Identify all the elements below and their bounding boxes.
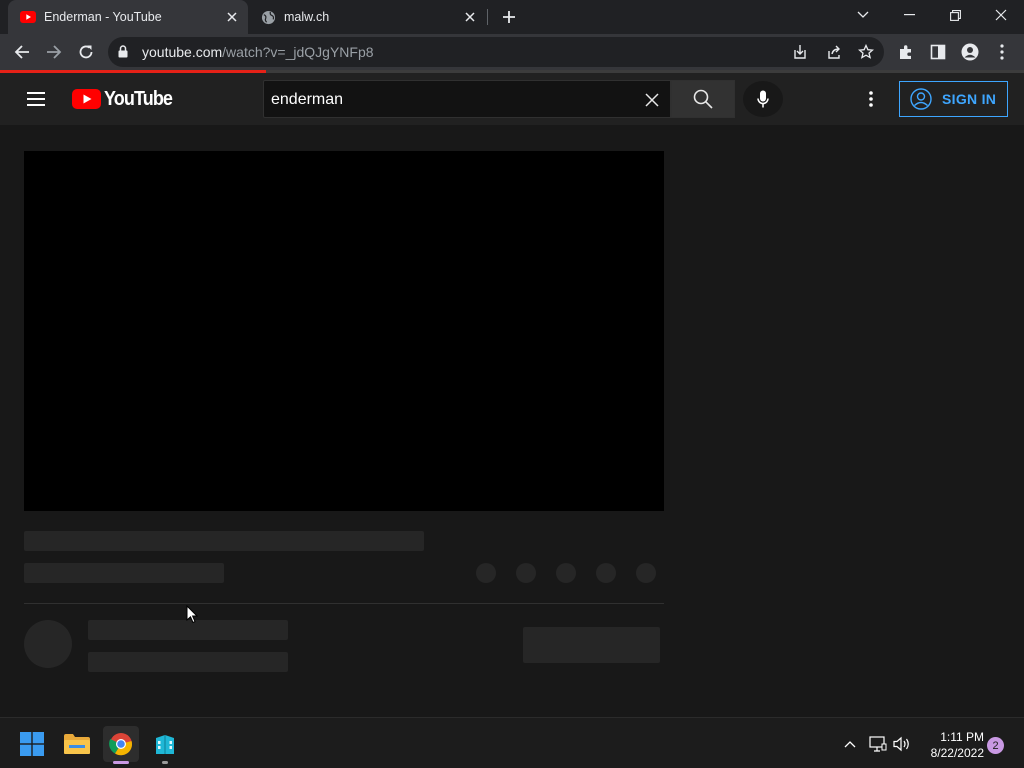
- app-taskbar-button[interactable]: [147, 726, 183, 764]
- watch-page: [0, 125, 1024, 717]
- back-button[interactable]: [8, 38, 36, 66]
- extensions-button[interactable]: [892, 38, 920, 66]
- chevron-down-icon: [857, 11, 869, 18]
- search-button[interactable]: [671, 80, 735, 118]
- action-button-placeholder: [596, 563, 616, 583]
- action-button-placeholder: [636, 563, 656, 583]
- kebab-menu-icon: [869, 91, 873, 107]
- subscribe-button-placeholder: [523, 627, 660, 663]
- section-divider: [24, 603, 664, 604]
- windows-taskbar: 1:11 PM 8/22/2022 2: [0, 717, 1024, 768]
- profile-icon: [961, 43, 979, 61]
- clock[interactable]: 1:11 PM 8/22/2022: [920, 729, 984, 761]
- profile-button[interactable]: [956, 38, 984, 66]
- close-tab-icon[interactable]: [222, 7, 242, 27]
- minimize-button[interactable]: [887, 0, 931, 30]
- network-icon: [869, 736, 887, 752]
- notification-badge[interactable]: 2: [987, 737, 1004, 754]
- address-bar[interactable]: youtube.com/watch?v=_jdQJgYNFp8: [108, 37, 884, 67]
- share-icon[interactable]: [824, 42, 844, 62]
- mouse-cursor-icon: [186, 605, 198, 624]
- network-button[interactable]: [868, 734, 888, 754]
- bookmark-star-icon[interactable]: [856, 42, 876, 62]
- menu-button[interactable]: [988, 38, 1016, 66]
- tab-separator: [487, 9, 488, 25]
- restore-button[interactable]: [933, 0, 977, 30]
- settings-menu-button[interactable]: [859, 87, 883, 111]
- start-button[interactable]: [14, 726, 50, 762]
- browser-toolbar: youtube.com/watch?v=_jdQJgYNFp8: [0, 34, 1024, 70]
- chrome-taskbar-button[interactable]: [103, 726, 139, 764]
- tab-title: malw.ch: [284, 10, 330, 24]
- url-path: /watch?v=_jdQJgYNFp8: [222, 44, 374, 60]
- search-query[interactable]: enderman: [271, 91, 343, 109]
- video-player[interactable]: [24, 151, 664, 511]
- kebab-menu-icon: [1000, 44, 1004, 60]
- forward-button[interactable]: [40, 38, 68, 66]
- clear-search-icon[interactable]: [640, 88, 664, 112]
- lock-icon[interactable]: [118, 45, 128, 63]
- restore-icon: [949, 9, 961, 21]
- video-title-placeholder: [24, 531, 424, 551]
- minimize-icon: [903, 14, 915, 16]
- tab-search-button[interactable]: [841, 0, 885, 30]
- building-app-icon: [156, 735, 174, 754]
- youtube-logo[interactable]: YouTube: [72, 87, 180, 111]
- tab-youtube[interactable]: Enderman - YouTube: [8, 0, 248, 34]
- sign-in-label: SIGN IN: [942, 91, 997, 107]
- plus-icon: [503, 11, 515, 23]
- voice-search-button[interactable]: [743, 81, 783, 117]
- running-indicator: [113, 761, 129, 764]
- install-app-icon[interactable]: [790, 42, 810, 62]
- new-tab-button[interactable]: [498, 6, 520, 28]
- reload-icon: [79, 45, 93, 59]
- channel-avatar-placeholder: [24, 620, 72, 668]
- clock-date: 8/22/2022: [930, 746, 984, 760]
- youtube-logo-icon: [72, 89, 101, 109]
- close-icon: [995, 9, 1007, 21]
- action-button-placeholder: [556, 563, 576, 583]
- globe-icon: [260, 9, 276, 25]
- search-icon: [693, 89, 713, 109]
- arrow-right-icon: [47, 45, 62, 59]
- microphone-icon: [757, 90, 769, 108]
- chevron-up-icon: [844, 741, 856, 748]
- chrome-icon: [109, 733, 133, 756]
- sign-in-button[interactable]: SIGN IN: [899, 81, 1008, 117]
- close-tab-icon[interactable]: [460, 7, 480, 27]
- tab-title: Enderman - YouTube: [44, 10, 162, 24]
- screen: Enderman - YouTube malw.ch youtube.com/w…: [0, 0, 1024, 768]
- close-window-button[interactable]: [979, 0, 1023, 30]
- youtube-wordmark: YouTube: [104, 87, 173, 110]
- arrow-left-icon: [14, 45, 29, 59]
- show-hidden-icons-button[interactable]: [840, 734, 860, 754]
- speaker-icon: [893, 736, 909, 752]
- action-button-placeholder: [476, 563, 496, 583]
- url-text: youtube.com/watch?v=_jdQJgYNFp8: [142, 44, 374, 60]
- url-host: youtube.com: [142, 44, 223, 60]
- volume-button[interactable]: [892, 734, 912, 754]
- hamburger-menu-icon[interactable]: [24, 87, 48, 111]
- windows-start-icon: [20, 732, 44, 756]
- tab-malw[interactable]: malw.ch: [250, 0, 486, 34]
- puzzle-icon: [900, 45, 911, 59]
- video-info-placeholder: [24, 563, 224, 583]
- file-explorer-button[interactable]: [59, 726, 95, 762]
- subscriber-count-placeholder: [88, 652, 288, 672]
- folder-icon: [64, 734, 90, 754]
- youtube-header: YouTube enderman SIGN IN: [0, 73, 1024, 125]
- clock-time: 1:11 PM: [940, 730, 984, 744]
- youtube-icon: [20, 9, 36, 25]
- side-panel-button[interactable]: [924, 38, 952, 66]
- reload-button[interactable]: [72, 38, 100, 66]
- account-circle-icon: [910, 88, 932, 110]
- side-panel-icon: [930, 44, 946, 60]
- browser-tab-strip: Enderman - YouTube malw.ch: [0, 0, 1024, 34]
- search-input[interactable]: enderman: [263, 80, 671, 118]
- action-button-placeholder: [516, 563, 536, 583]
- running-indicator: [162, 761, 168, 764]
